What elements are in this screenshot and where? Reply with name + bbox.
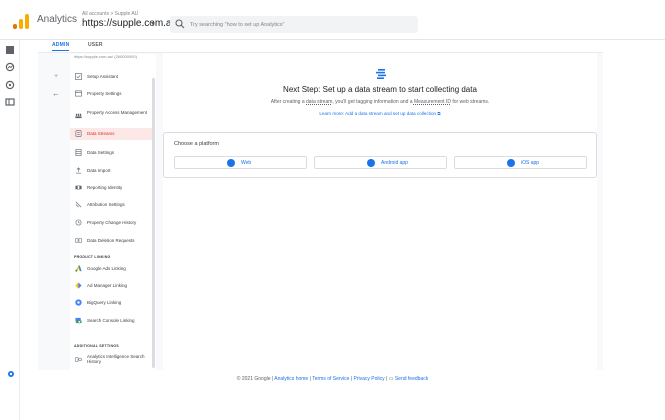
nav-item-label: Search Console Linking — [87, 318, 135, 323]
reports-icon[interactable] — [5, 62, 15, 72]
choose-platform-label: Choose a platform — [174, 141, 219, 147]
privacy-link[interactable]: Privacy Policy — [354, 376, 385, 382]
terms-link[interactable]: Terms of Service — [312, 376, 349, 382]
property-icon — [75, 90, 82, 97]
data-stream-card: Next Step: Set up a data stream to start… — [163, 53, 597, 371]
analytics-home-link[interactable]: Analytics home — [274, 376, 308, 382]
back-arrow-icon[interactable]: ← — [52, 89, 60, 98]
chevron-down-icon[interactable]: ▾ — [151, 20, 154, 27]
search-console-icon — [75, 317, 82, 324]
nav-item-label: Reporting Identity — [87, 185, 123, 190]
upload-icon — [75, 167, 82, 174]
property-nav: https://supple.com.au/ (260000000) Setup… — [70, 54, 156, 370]
identity-icon — [75, 185, 82, 190]
footer: © 2021 Google | Analytics home | Terms o… — [0, 376, 665, 382]
search-input[interactable] — [190, 17, 410, 32]
left-rail — [0, 40, 20, 420]
advertising-icon[interactable] — [5, 97, 15, 107]
platform-label: Web — [241, 160, 252, 166]
account-name: https://supple.com.au/ — [82, 18, 180, 29]
home-icon[interactable] — [5, 45, 15, 55]
nav-item-label: Data Import — [87, 168, 111, 173]
nav-item-label: Property Access Management — [87, 110, 148, 115]
google-ads-icon — [75, 265, 82, 272]
nav-item-label: Google Ads Linking — [87, 266, 126, 271]
nav-item-label: Attribution Settings — [87, 202, 125, 207]
nav-item-label: Data Streams — [87, 131, 115, 136]
nav-item-label: Ad Manager Linking — [87, 283, 128, 288]
search-bar[interactable] — [170, 16, 418, 33]
top-app-bar: Analytics All accounts > Supple AU https… — [0, 0, 665, 40]
nav-item-label: Data Deletion Requests — [87, 238, 135, 243]
learn-more-text[interactable]: Learn more: Add a data stream and set up… — [319, 111, 436, 116]
checklist-icon — [75, 73, 82, 80]
learn-more-link[interactable]: Learn more: Add a data stream and set up… — [163, 111, 597, 116]
nav-item-label: Analytics Intelligence Search History — [87, 354, 145, 364]
copyright-text: © 2021 Google | — [236, 376, 275, 382]
android-icon — [367, 159, 375, 167]
search-icon — [175, 19, 185, 29]
people-icon — [75, 113, 82, 119]
explore-icon[interactable] — [5, 80, 15, 90]
nav-item-label: Data Settings — [87, 150, 115, 155]
admin-tabs: ADMIN USER — [38, 40, 603, 53]
streams-icon — [75, 130, 82, 137]
platform-label: Android app — [381, 160, 408, 166]
property-subtitle: https://supple.com.au/ (260000000) — [74, 54, 137, 59]
ios-icon — [507, 159, 515, 167]
attribution-icon — [75, 201, 82, 208]
open-in-new-icon: ⧉ — [437, 111, 441, 116]
next-step-headline: Next Step: Set up a data stream to start… — [283, 85, 477, 94]
ad-manager-icon — [75, 282, 82, 289]
description-text: After creating a — [270, 99, 306, 105]
nav-item-label: Property Settings — [87, 91, 122, 96]
nav-scrollbar[interactable] — [152, 78, 155, 368]
nav-item-label: Property Change History — [87, 220, 137, 225]
additional-settings-heading: ADDITIONAL SETTINGS — [74, 344, 119, 348]
nav-item-label: BigQuery Linking — [87, 300, 122, 305]
globe-icon — [227, 159, 235, 167]
nav-item-label: Setup Assistant — [87, 74, 119, 79]
dd-icon — [75, 238, 82, 243]
tab-admin[interactable]: ADMIN — [52, 42, 70, 51]
next-step-description: After creating a data stream, you'll get… — [163, 99, 597, 105]
data-stream-icon — [376, 69, 386, 79]
intelligence-icon — [75, 357, 82, 362]
analytics-logo-icon[interactable] — [13, 13, 29, 29]
web-platform-button[interactable]: Web — [174, 156, 307, 169]
product-linking-heading: PRODUCT LINKING — [74, 255, 111, 259]
bigquery-icon — [75, 299, 82, 306]
measurement-id-term[interactable]: Measurement ID — [414, 99, 451, 105]
create-icon[interactable]: + — [54, 73, 58, 80]
app-title: Analytics — [37, 14, 78, 25]
android-platform-button[interactable]: Android app — [314, 156, 447, 169]
account-path: All accounts > Supple AU — [82, 11, 139, 17]
choose-platform-box: Choose a platform Web Android app iOS ap… — [163, 132, 597, 178]
description-text: , you'll get tagging information and a — [332, 99, 414, 105]
platform-label: iOS app — [521, 160, 540, 166]
send-feedback-link[interactable]: Send feedback — [395, 376, 428, 382]
history-icon — [75, 219, 82, 226]
nav-item-data-streams[interactable]: Data Streams — [70, 128, 152, 140]
tab-user[interactable]: USER — [88, 42, 103, 50]
description-text: for web streams. — [450, 99, 490, 105]
ios-platform-button[interactable]: iOS app — [454, 156, 587, 169]
data-stream-term[interactable]: data stream — [306, 99, 332, 105]
database-icon — [75, 149, 82, 156]
account-switcher[interactable]: All accounts > Supple AU https://supple.… — [82, 11, 180, 30]
